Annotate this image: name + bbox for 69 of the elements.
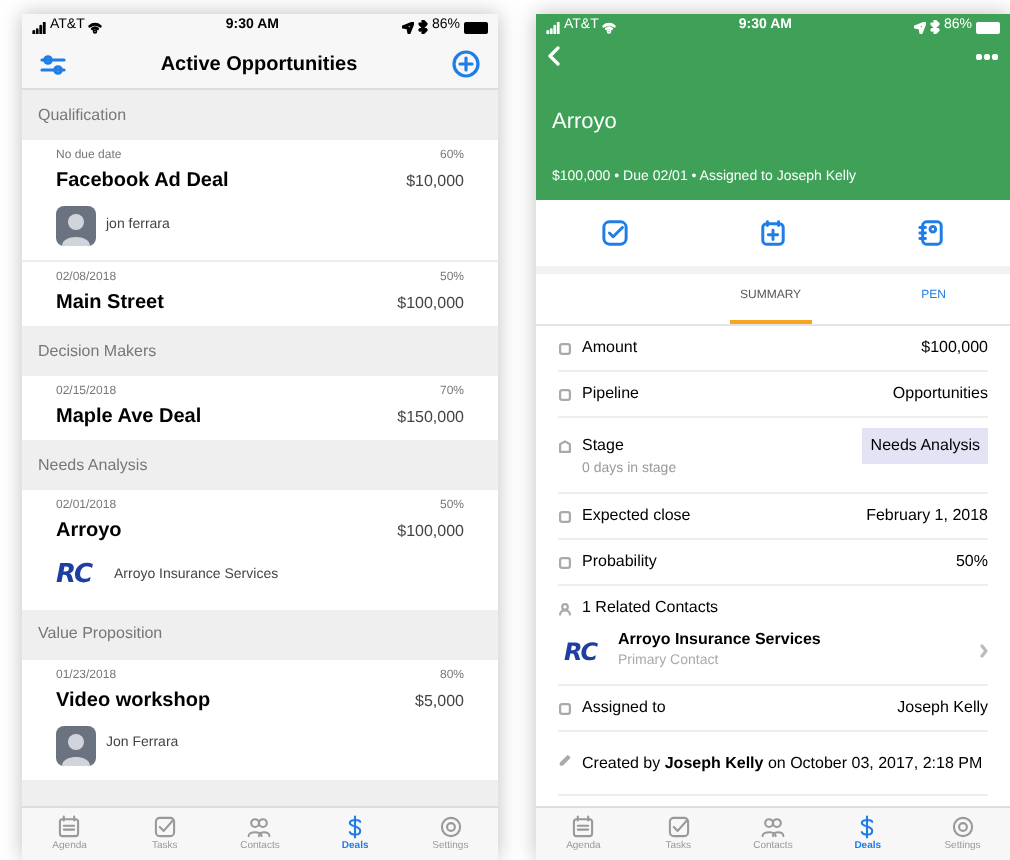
field-icon	[558, 555, 572, 569]
calendar-add-icon[interactable]	[760, 220, 786, 246]
gear-icon	[949, 814, 976, 840]
location-icon	[913, 21, 926, 33]
chevron-icon	[980, 644, 988, 658]
deal-amount: $100,000	[397, 292, 464, 316]
deal-name: Facebook Ad Deal	[56, 168, 229, 196]
stage-badge: Needs Analysis	[862, 428, 988, 465]
field-label: Assigned to	[582, 696, 666, 720]
deal-name: Main Street	[56, 290, 164, 318]
deal-title: Arroyo	[550, 108, 619, 138]
field-icon	[558, 701, 572, 715]
section-header: Decision Makers	[36, 339, 159, 363]
people-icon	[246, 814, 273, 840]
deal-name: Maple Ave Deal	[56, 404, 202, 432]
section-header: Value Proposition	[36, 622, 165, 646]
field-label: Pipeline	[582, 382, 639, 406]
field-label: Probability	[582, 550, 657, 574]
bluetooth-icon	[929, 20, 940, 34]
battery-icon	[463, 21, 488, 33]
field-label: Stage	[582, 434, 624, 459]
company-logo: RC	[564, 635, 600, 669]
field-value: February 1, 2018	[866, 504, 988, 528]
avatar-icon	[56, 725, 96, 765]
more-icon[interactable]	[976, 53, 998, 59]
avatar-icon	[56, 206, 96, 246]
company-logo: RC	[56, 558, 95, 594]
checkbox-icon	[665, 814, 692, 840]
deal-amount: $10,000	[406, 170, 464, 194]
contact-name: Arroyo Insurance Services	[618, 628, 823, 653]
deal-amount: $150,000	[397, 406, 464, 430]
field-value: $100,000	[921, 336, 988, 360]
location-icon	[401, 21, 414, 33]
section-header: Qualification	[36, 103, 129, 127]
field-value: Joseph Kelly	[897, 696, 988, 720]
created-by-text: Created by Joseph Kelly on October 03, 2017, 2:18 PM	[582, 751, 983, 775]
calendar-icon	[56, 814, 83, 840]
filter-icon[interactable]	[40, 53, 66, 75]
gear-icon	[437, 814, 464, 840]
deal-amount: $100,000	[397, 520, 464, 544]
deal-name: Arroyo	[56, 518, 122, 546]
field-value: 50%	[955, 550, 988, 574]
field-label: Amount	[582, 336, 638, 360]
person-icon	[558, 601, 572, 616]
pencil-icon	[558, 751, 572, 765]
notebook-icon[interactable]	[918, 220, 944, 246]
field-icon	[558, 509, 572, 523]
field-icon	[558, 439, 572, 454]
task-icon[interactable]	[602, 220, 628, 246]
signal-icon	[546, 21, 560, 33]
calendar-icon	[570, 814, 597, 840]
bluetooth-icon	[417, 20, 428, 34]
field-value: Opportunities	[892, 382, 988, 406]
deal-amount: $5,000	[415, 689, 464, 713]
add-icon[interactable]	[451, 50, 480, 78]
section-header: Needs Analysis	[36, 453, 150, 478]
wifi-icon	[88, 21, 103, 33]
field-label: Expected close	[582, 504, 691, 528]
checkbox-icon	[151, 814, 178, 840]
signal-icon	[32, 21, 46, 33]
screen-title: Active Opportunities	[160, 51, 358, 79]
field-icon	[558, 341, 572, 355]
field-icon	[558, 387, 572, 401]
wifi-icon	[602, 21, 617, 33]
field-label: 1 Related Contacts	[582, 596, 719, 621]
people-icon	[759, 814, 786, 840]
deal-name: Video workshop	[56, 687, 211, 715]
battery-icon	[975, 21, 1000, 33]
back-icon[interactable]	[548, 46, 562, 66]
